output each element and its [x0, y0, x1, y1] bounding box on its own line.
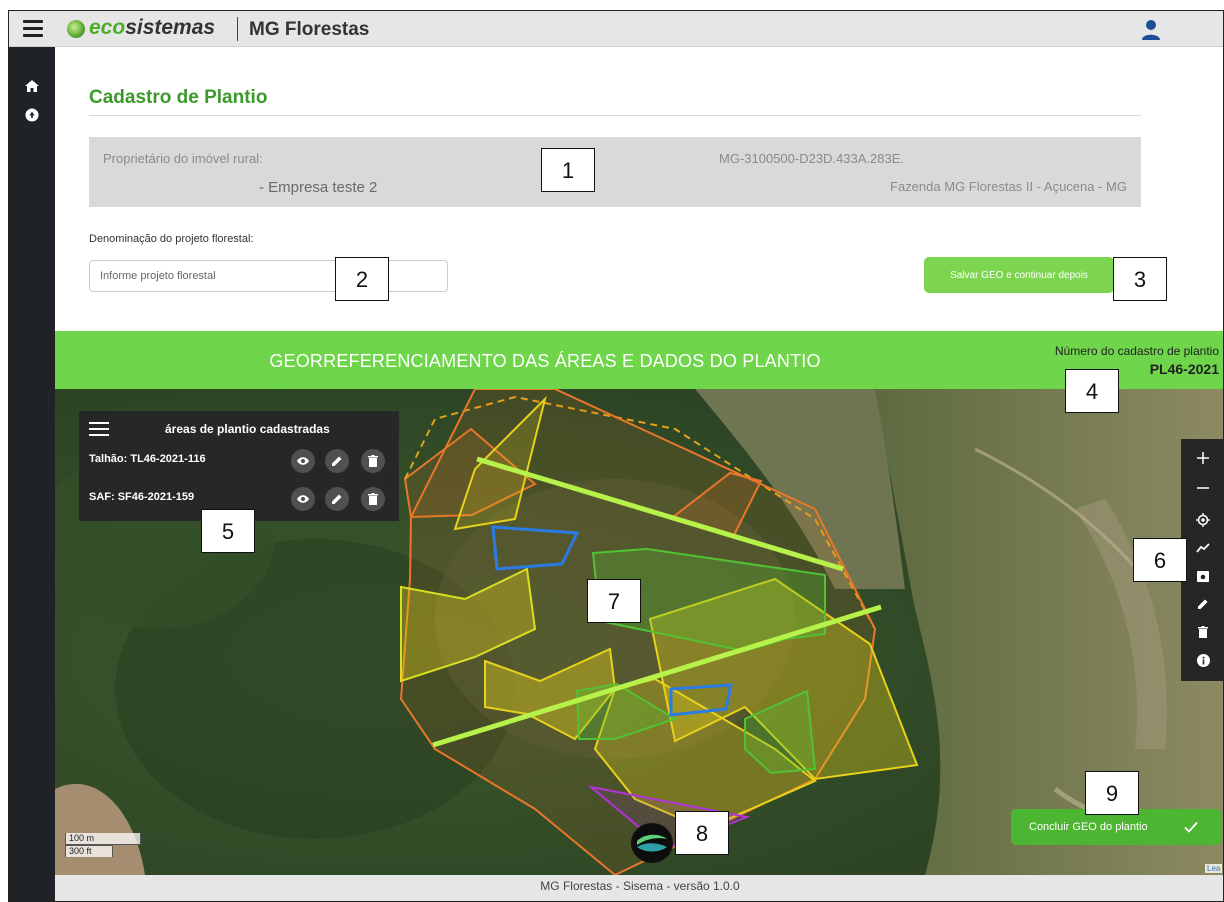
map-marker-icon[interactable]	[23, 107, 41, 125]
user-icon[interactable]	[1141, 19, 1161, 41]
app-window: ecosistemas MG Florestas Cadastro de Pla…	[8, 10, 1224, 902]
callout-1: 1	[541, 148, 595, 192]
locate-icon	[1196, 513, 1210, 527]
callout-7: 7	[587, 579, 641, 623]
delete-icon	[1198, 626, 1208, 638]
pencil-icon	[332, 494, 342, 504]
owner-label: Proprietário do imóvel rural:	[103, 151, 263, 166]
pencil-icon	[332, 456, 342, 466]
view-talhao-button[interactable]	[291, 449, 315, 473]
callout-2: 2	[335, 257, 389, 301]
map-toolbar	[1181, 439, 1223, 681]
menu-icon[interactable]	[23, 20, 43, 38]
title-divider	[89, 115, 1141, 116]
project-name-input[interactable]	[89, 260, 448, 292]
footer: MG Florestas - Sisema - versão 1.0.0	[55, 875, 1223, 901]
panel-title: áreas de plantio cadastradas	[165, 422, 330, 436]
scale-imperial: 300 ft	[65, 845, 113, 857]
zoom-out-icon	[1197, 487, 1209, 489]
check-icon	[1184, 821, 1198, 833]
eye-icon	[297, 495, 309, 503]
zoom-in-button[interactable]	[1191, 447, 1215, 469]
zoom-out-button[interactable]	[1191, 477, 1215, 499]
logo-icon	[67, 20, 85, 38]
callout-6: 6	[1133, 538, 1187, 582]
delete-layers-button[interactable]	[1191, 621, 1215, 643]
registered-areas-panel: áreas de plantio cadastradas Talhão: TL4…	[79, 411, 399, 521]
trash-icon	[368, 493, 378, 505]
project-name-label: Denominação do projeto florestal:	[89, 233, 254, 245]
scale-metric: 100 m	[65, 833, 141, 845]
trash-icon	[368, 455, 378, 467]
conclude-geo-label: Concluir GEO do plantio	[1029, 821, 1148, 833]
registration-number-label: Número do cadastro de plantio	[1054, 344, 1219, 358]
callout-8: 8	[675, 811, 729, 855]
farm-name: Fazenda MG Florestas II - Açucena - MG	[890, 179, 1127, 194]
section-title: GEORREFERENCIAMENTO DAS ÁREAS E DADOS DO…	[269, 351, 821, 371]
georeferencing-header: GEORREFERENCIAMENTO DAS ÁREAS E DADOS DO…	[55, 331, 1223, 389]
zoom-in-icon	[1197, 452, 1209, 464]
sidebar	[9, 47, 55, 901]
edit-talhao-button[interactable]	[325, 449, 349, 473]
property-code: MG-3100500-D23D.433A.283E.	[719, 151, 905, 166]
callout-9: 9	[1085, 771, 1139, 815]
draw-line-button[interactable]	[1191, 537, 1215, 559]
home-icon[interactable]	[23, 77, 41, 95]
info-icon	[1196, 653, 1210, 667]
sisema-logo-icon	[631, 823, 673, 863]
top-bar: ecosistemas MG Florestas	[9, 11, 1223, 47]
save-and-continue-later-button[interactable]: Salvar GEO e continuar depois	[924, 257, 1114, 293]
map-attribution[interactable]: Lea	[1205, 864, 1223, 873]
app-name: MG Florestas	[249, 19, 370, 40]
view-saf-button[interactable]	[291, 487, 315, 511]
draw-rectangle-button[interactable]	[1191, 565, 1215, 587]
page-title: Cadastro de Plantio	[89, 87, 268, 108]
area-label-saf: SAF: SF46-2021-159	[89, 491, 195, 503]
edit-icon	[1198, 599, 1208, 609]
panel-menu-icon[interactable]	[89, 422, 109, 438]
map-view[interactable]: áreas de plantio cadastradas Talhão: TL4…	[55, 389, 1223, 875]
property-info-box: Proprietário do imóvel rural: - Empresa …	[89, 137, 1141, 207]
edit-saf-button[interactable]	[325, 487, 349, 511]
registration-number: PL46-2021	[1149, 361, 1219, 377]
delete-saf-button[interactable]	[361, 487, 385, 511]
callout-4: 4	[1065, 369, 1119, 413]
logo-divider	[237, 17, 238, 41]
eye-icon	[297, 457, 309, 465]
owner-name: - Empresa teste 2	[259, 179, 378, 196]
info-button[interactable]	[1191, 649, 1215, 671]
map-scale: 100 m 300 ft	[65, 833, 141, 857]
area-label-talhao: Talhão: TL46-2021-116	[89, 453, 206, 465]
locate-button[interactable]	[1191, 509, 1215, 531]
draw-polyline-icon	[1196, 543, 1210, 553]
brand-logo: ecosistemas	[89, 16, 216, 39]
callout-3: 3	[1113, 257, 1167, 301]
draw-rectangle-icon	[1197, 570, 1209, 582]
callout-5: 5	[201, 509, 255, 553]
delete-talhao-button[interactable]	[361, 449, 385, 473]
edit-layers-button[interactable]	[1191, 593, 1215, 615]
